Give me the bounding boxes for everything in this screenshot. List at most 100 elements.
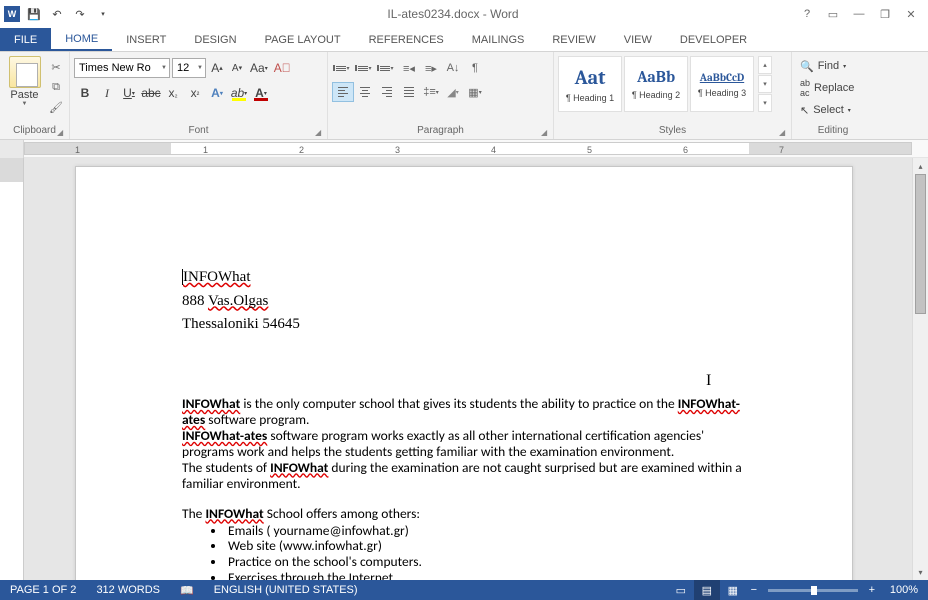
zoom-slider-thumb[interactable] — [811, 586, 817, 595]
view-print-layout-icon[interactable]: ▤ — [694, 580, 720, 600]
tab-home[interactable]: HOME — [51, 28, 112, 51]
styles-more-icon[interactable]: ▾ — [758, 94, 772, 112]
change-case-icon[interactable]: Aa▾ — [248, 58, 270, 78]
font-color-button[interactable]: A▾ — [250, 82, 272, 104]
clipboard-dialog-launcher-icon[interactable]: ◢ — [57, 128, 67, 138]
strikethrough-button[interactable]: abc — [140, 82, 162, 104]
qat-customize-icon[interactable]: ▾ — [94, 5, 112, 23]
list-item: Practice on the school's computers. — [226, 554, 742, 570]
line-spacing-icon[interactable]: ‡≡▾ — [420, 82, 442, 102]
group-label-paragraph: Paragraph — [332, 125, 549, 139]
format-painter-icon[interactable]: 🖌 — [47, 98, 65, 116]
cut-icon[interactable]: ✂ — [47, 58, 65, 76]
style-heading-1[interactable]: Aat ¶ Heading 1 — [558, 56, 622, 112]
paste-button[interactable]: Paste ▼ — [4, 54, 45, 107]
increase-indent-icon[interactable]: ≡▸ — [420, 58, 442, 78]
qat-save-icon[interactable]: 💾 — [25, 5, 43, 23]
styles-scroll-up-icon[interactable]: ▴ — [758, 56, 772, 74]
vertical-scrollbar[interactable]: ▴ ▾ — [912, 158, 928, 580]
show-marks-icon[interactable]: ¶ — [464, 58, 486, 78]
tab-view[interactable]: VIEW — [610, 28, 666, 51]
paragraph-dialog-launcher-icon[interactable]: ◢ — [541, 128, 551, 138]
view-read-mode-icon[interactable]: ▭ — [668, 580, 694, 600]
copy-icon[interactable]: ⧉ — [47, 78, 65, 96]
paste-dropdown-icon[interactable]: ▼ — [22, 101, 28, 107]
horizontal-ruler[interactable]: 1 1 2 3 4 5 6 7 — [0, 140, 928, 158]
find-button[interactable]: 🔍Find▾ — [796, 56, 858, 76]
restore-icon[interactable]: ❐ — [872, 4, 898, 24]
status-page[interactable]: PAGE 1 OF 2 — [0, 584, 86, 596]
help-icon[interactable]: ? — [794, 4, 820, 24]
document-area: INFOWhat 888 Vas.Olgas Thessaloniki 5464… — [0, 158, 928, 580]
status-words[interactable]: 312 WORDS — [86, 584, 170, 596]
replace-button[interactable]: abacReplace — [796, 78, 858, 98]
qat-redo-icon[interactable]: ↷ — [71, 5, 89, 23]
doc-text: The students of — [182, 459, 270, 476]
font-dialog-launcher-icon[interactable]: ◢ — [315, 128, 325, 138]
bullets-button[interactable]: ▾ — [332, 58, 354, 78]
group-styles: Aat ¶ Heading 1 AaBb ¶ Heading 2 AaBbCcD… — [554, 52, 792, 139]
text-effects-icon[interactable]: A▾ — [206, 82, 228, 104]
tab-review[interactable]: REVIEW — [538, 28, 609, 51]
bold-button[interactable]: B — [74, 82, 96, 104]
doc-text: software program. — [205, 411, 309, 428]
borders-icon[interactable]: ▦▾ — [464, 82, 486, 102]
tab-references[interactable]: REFERENCES — [355, 28, 458, 51]
chevron-down-icon[interactable]: ▼ — [161, 65, 167, 71]
numbering-button[interactable]: ▾ — [354, 58, 376, 78]
superscript-button[interactable]: x — [184, 82, 206, 104]
doc-text: School offers among others: — [264, 505, 420, 522]
scroll-down-icon[interactable]: ▾ — [913, 564, 928, 580]
clear-formatting-icon[interactable]: A⃠ — [272, 58, 293, 78]
scroll-up-icon[interactable]: ▴ — [913, 158, 928, 174]
ribbon-display-options-icon[interactable]: ▭ — [820, 4, 846, 24]
zoom-slider[interactable] — [768, 589, 858, 592]
highlight-color-button[interactable]: ab▾ — [228, 82, 250, 104]
document-content[interactable]: INFOWhat 888 Vas.Olgas Thessaloniki 5464… — [182, 269, 742, 580]
zoom-in-button[interactable]: + — [864, 584, 880, 596]
italic-button[interactable]: I — [96, 82, 118, 104]
ruler-tick: 4 — [491, 145, 496, 155]
vertical-ruler[interactable] — [0, 158, 24, 580]
sort-icon[interactable]: A↓ — [442, 58, 464, 78]
multilevel-list-button[interactable]: ▾ — [376, 58, 398, 78]
status-proofing-icon[interactable]: 📖 — [170, 584, 204, 597]
tab-design[interactable]: DESIGN — [180, 28, 250, 51]
tab-page-layout[interactable]: PAGE LAYOUT — [251, 28, 355, 51]
font-size-combo[interactable]: 12▼ — [172, 58, 206, 78]
title-bar: W 💾 ↶ ↷ ▾ IL-ates0234.docx - Word ? ▭ — … — [0, 0, 928, 28]
select-button[interactable]: ↖Select▾ — [796, 100, 858, 120]
shrink-font-icon[interactable]: A▾ — [228, 58, 246, 78]
justify-button[interactable] — [398, 82, 420, 102]
style-heading-2[interactable]: AaBb ¶ Heading 2 — [624, 56, 688, 112]
decrease-indent-icon[interactable]: ≡◂ — [398, 58, 420, 78]
minimize-icon[interactable]: — — [846, 4, 872, 24]
styles-dialog-launcher-icon[interactable]: ◢ — [779, 128, 789, 138]
tab-developer[interactable]: DEVELOPER — [666, 28, 761, 51]
tab-file[interactable]: FILE — [0, 28, 51, 51]
style-heading-3[interactable]: AaBbCcD ¶ Heading 3 — [690, 56, 754, 112]
document-page[interactable]: INFOWhat 888 Vas.Olgas Thessaloniki 5464… — [75, 166, 853, 580]
text-insertion-cursor-icon: I — [706, 372, 711, 390]
grow-font-icon[interactable]: A▴ — [208, 58, 226, 78]
tab-mailings[interactable]: MAILINGS — [458, 28, 539, 51]
align-left-button[interactable] — [332, 82, 354, 102]
view-web-layout-icon[interactable]: ▦ — [720, 580, 746, 600]
close-icon[interactable]: ✕ — [898, 4, 924, 24]
tab-insert[interactable]: INSERT — [112, 28, 180, 51]
font-name-combo[interactable]: Times New Ro▼ — [74, 58, 170, 78]
align-right-button[interactable] — [376, 82, 398, 102]
shading-icon[interactable]: ◢▾ — [442, 82, 464, 102]
subscript-button[interactable]: x — [162, 82, 184, 104]
qat-undo-icon[interactable]: ↶ — [48, 5, 66, 23]
styles-scroll-down-icon[interactable]: ▾ — [758, 75, 772, 93]
zoom-out-button[interactable]: − — [746, 584, 762, 596]
chevron-down-icon[interactable]: ▼ — [197, 65, 203, 71]
zoom-level[interactable]: 100% — [880, 584, 928, 596]
align-center-button[interactable] — [354, 82, 376, 102]
list-item: Exercises through the Internet. — [226, 570, 742, 580]
status-language[interactable]: ENGLISH (UNITED STATES) — [204, 584, 368, 596]
underline-button[interactable]: U▾ — [118, 82, 140, 104]
style-name: ¶ Heading 1 — [566, 93, 614, 103]
scroll-thumb[interactable] — [915, 174, 926, 314]
